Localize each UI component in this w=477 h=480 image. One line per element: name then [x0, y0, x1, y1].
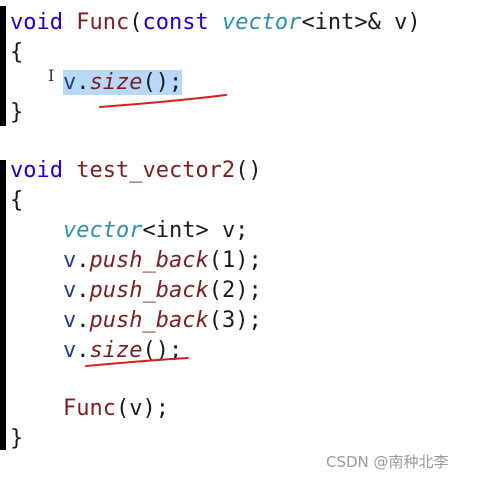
selected-text[interactable]: v.size(); — [62, 70, 183, 95]
method-size: size — [89, 338, 143, 363]
code-line-decl[interactable]: vector<int> v; — [10, 216, 248, 246]
var-v: v — [62, 278, 77, 303]
var-v: v — [62, 338, 77, 363]
code-line-test-brace-close[interactable]: } — [10, 424, 23, 454]
code-line-func-brace-close[interactable]: } — [10, 98, 23, 128]
decl-rest: <int> v; — [142, 218, 249, 243]
call-parens: (); — [142, 338, 183, 363]
call-parens: (); — [142, 70, 183, 95]
keyword-void: void — [10, 10, 63, 35]
var-v: v — [62, 248, 77, 273]
gutter-marker-test — [0, 160, 6, 450]
open-paren: ( — [129, 10, 143, 35]
code-line-test-signature[interactable]: void test_vector2() — [10, 156, 262, 186]
code-line-func-call[interactable]: Func(v); — [10, 394, 169, 424]
gutter-marker-func — [0, 6, 6, 126]
args: (3); — [208, 308, 262, 333]
code-line-push-3[interactable]: v.push_back(3); — [10, 306, 262, 336]
code-line-func-signature[interactable]: void Func(const vector<int>& v) — [10, 8, 421, 38]
method-push-back: push_back — [89, 248, 209, 273]
code-line-push-2[interactable]: v.push_back(2); — [10, 276, 262, 306]
args: (2); — [208, 278, 262, 303]
type-vector: vector — [62, 218, 143, 243]
function-call-func: Func — [62, 396, 116, 421]
var-v: v — [62, 70, 77, 95]
template-and-param: <int>& v) — [301, 10, 421, 35]
method-size: size — [89, 70, 143, 95]
parens: () — [235, 158, 262, 183]
watermark: CSDN @南种北李 — [326, 453, 449, 471]
method-push-back: push_back — [89, 308, 209, 333]
dot: . — [76, 70, 90, 95]
call-args: (v); — [115, 396, 169, 421]
args: (1); — [208, 248, 262, 273]
code-line-func-size[interactable]: v.size(); — [10, 68, 183, 98]
type-vector: vector — [221, 10, 302, 35]
code-line-test-brace-open[interactable]: { — [10, 186, 23, 216]
keyword-const: const — [142, 10, 209, 35]
function-name-func: Func — [76, 10, 130, 35]
var-v: v — [62, 308, 77, 333]
keyword-void: void — [10, 158, 63, 183]
code-line-size[interactable]: v.size(); — [10, 336, 182, 366]
code-line-push-1[interactable]: v.push_back(1); — [10, 246, 262, 276]
function-name-test-vector2: test_vector2 — [76, 158, 236, 183]
code-line-func-brace-open[interactable]: { — [10, 38, 23, 68]
method-push-back: push_back — [89, 278, 209, 303]
text-cursor-ibeam-icon: I — [48, 66, 55, 85]
